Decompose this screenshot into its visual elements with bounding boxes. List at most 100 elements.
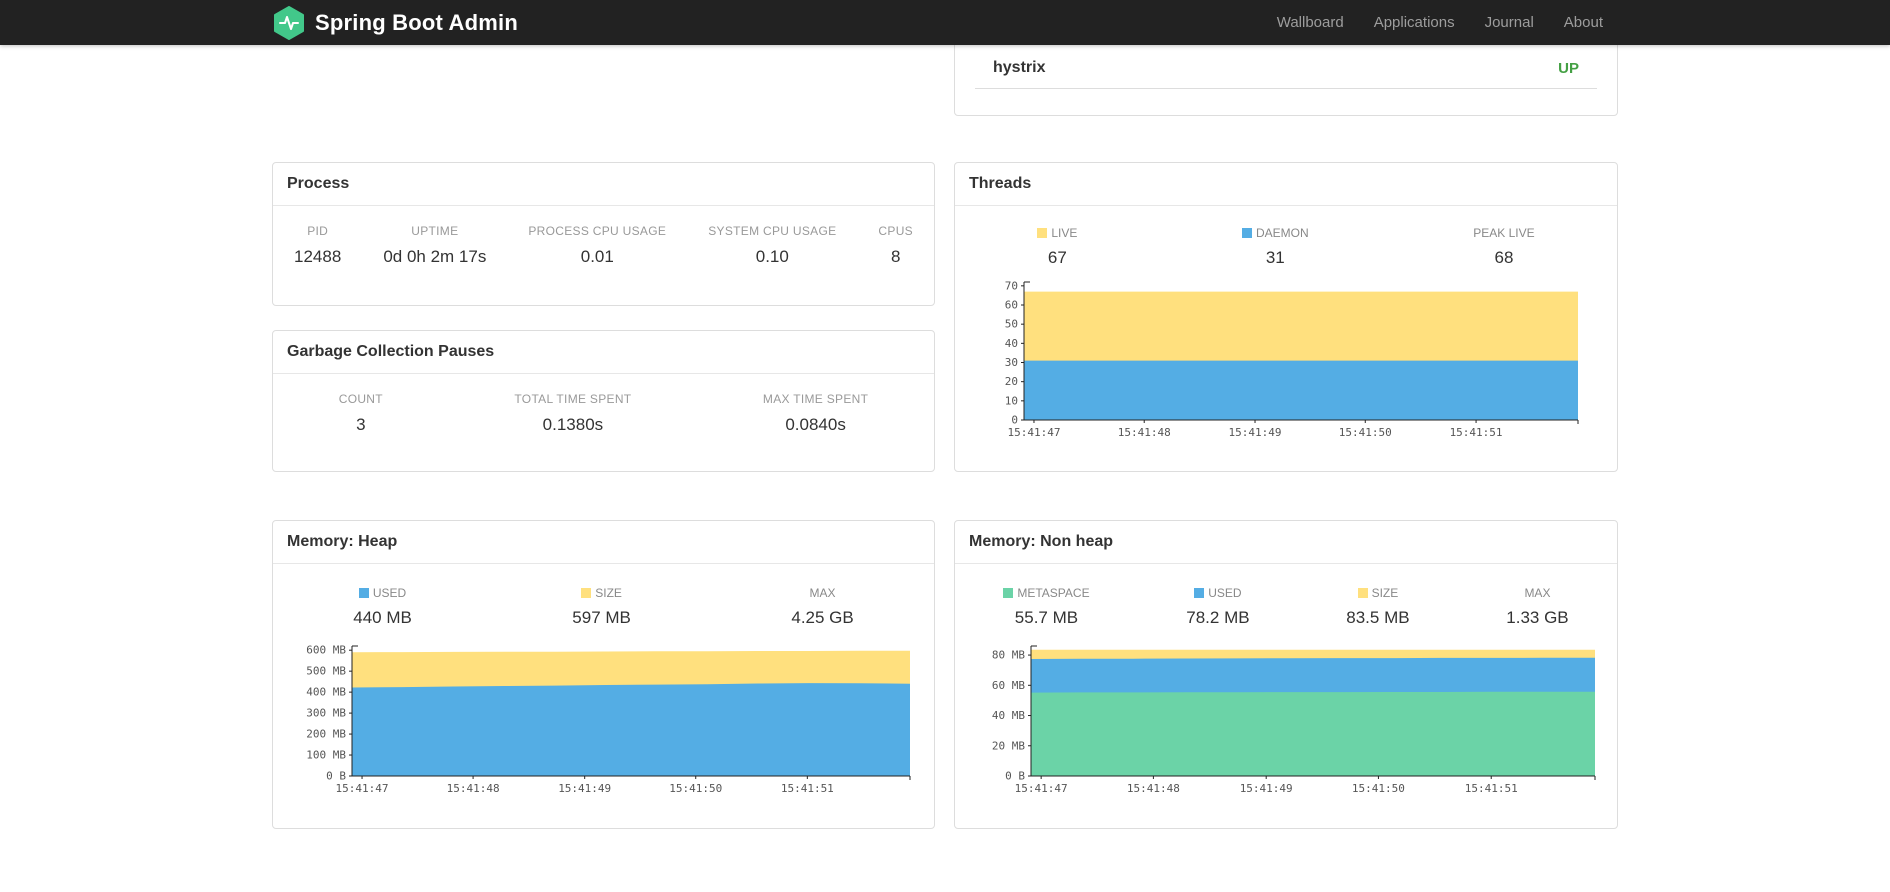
gc-panel-heading: Garbage Collection Pauses xyxy=(273,331,934,374)
legend-label: LIVE xyxy=(1037,226,1077,240)
metric: PID 12488 xyxy=(294,224,341,267)
memory-heap-panel: Memory: Heap USED 440 MB SIZE 597 MB MAX… xyxy=(272,520,935,829)
legend-value: 1.33 GB xyxy=(1506,608,1569,627)
legend-item: DAEMON 31 xyxy=(1241,226,1309,268)
svg-text:20: 20 xyxy=(1005,375,1018,388)
nav-link[interactable]: Journal xyxy=(1470,0,1549,45)
legend-label: METASPACE xyxy=(1003,586,1090,600)
heap-legend: USED 440 MB SIZE 597 MB MAX 4.25 GB xyxy=(273,564,934,628)
svg-text:500 MB: 500 MB xyxy=(306,665,346,678)
legend-swatch-icon xyxy=(581,588,592,598)
nav-link[interactable]: Applications xyxy=(1359,0,1470,45)
metric-label: PID xyxy=(307,224,329,238)
legend-item: PEAK LIVE 68 xyxy=(1473,226,1534,268)
svg-text:50: 50 xyxy=(1005,318,1018,331)
legend-swatch-icon xyxy=(1357,588,1368,598)
svg-text:15:41:51: 15:41:51 xyxy=(780,782,833,795)
svg-text:15:41:47: 15:41:47 xyxy=(1015,782,1068,795)
container: hystrix UP Process PID 12488 UPTIME 0d 0… xyxy=(272,5,1618,829)
metric-label: PROCESS CPU USAGE xyxy=(528,224,667,238)
legend-item: MAX 4.25 GB xyxy=(791,586,853,628)
legend-value: 67 xyxy=(1047,248,1067,267)
svg-text:15:41:50: 15:41:50 xyxy=(669,782,722,795)
svg-text:0 B: 0 B xyxy=(326,770,346,783)
navbar: Spring Boot Admin Wallboard Applications… xyxy=(0,0,1890,45)
svg-text:40: 40 xyxy=(1005,337,1018,350)
metric-label: SYSTEM CPU USAGE xyxy=(708,224,837,238)
nav-link[interactable]: About xyxy=(1549,0,1618,45)
svg-text:15:41:50: 15:41:50 xyxy=(1339,426,1392,439)
legend-value: 83.5 MB xyxy=(1346,608,1410,627)
legend-swatch-icon xyxy=(358,588,369,598)
metric-value: 8 xyxy=(890,247,901,266)
brand-link[interactable]: Spring Boot Admin xyxy=(272,5,519,40)
svg-text:15:41:47: 15:41:47 xyxy=(335,782,388,795)
legend-item: USED 78.2 MB xyxy=(1186,586,1249,628)
nonheap-legend: METASPACE 55.7 MB USED 78.2 MB SIZE 83.5… xyxy=(955,564,1617,628)
metric-value: 0.0840s xyxy=(785,415,846,434)
svg-text:15:41:49: 15:41:49 xyxy=(558,782,611,795)
metric-label: TOTAL TIME SPENT xyxy=(514,392,632,406)
legend-label: MAX xyxy=(791,586,853,600)
legend-item: MAX 1.33 GB xyxy=(1506,586,1568,628)
legend-item: LIVE 67 xyxy=(1037,226,1077,268)
status-badge: UP xyxy=(1558,59,1579,77)
svg-text:60 MB: 60 MB xyxy=(992,679,1025,692)
spring-boot-admin-logo-icon xyxy=(272,5,306,40)
legend-item: SIZE 597 MB xyxy=(572,586,631,628)
brand-title: Spring Boot Admin xyxy=(315,9,519,35)
svg-text:10: 10 xyxy=(1005,394,1018,407)
metric: TOTAL TIME SPENT 0.1380s xyxy=(514,392,631,435)
legend-value: 31 xyxy=(1265,248,1285,267)
legend-label-text: LIVE xyxy=(1051,226,1078,240)
svg-text:100 MB: 100 MB xyxy=(306,749,346,762)
legend-label: USED xyxy=(353,586,412,600)
heap-chart: 0 B 100 MB 200 MB 300 MB 400 MB 500 MB 600 MB 1… xyxy=(273,642,934,798)
svg-text:600 MB: 600 MB xyxy=(306,644,346,657)
svg-text:20 MB: 20 MB xyxy=(992,739,1025,752)
metric: MAX TIME SPENT 0.0840s xyxy=(763,392,868,435)
legend-swatch-icon xyxy=(1241,228,1252,238)
gc-panel-title: Garbage Collection Pauses xyxy=(287,343,495,360)
svg-text:40 MB: 40 MB xyxy=(992,709,1025,722)
metric-value: 12488 xyxy=(294,247,342,266)
legend-swatch-icon xyxy=(1037,228,1048,238)
svg-text:15:41:49: 15:41:49 xyxy=(1240,782,1293,795)
nonheap-chart: 0 B 20 MB 40 MB 60 MB 80 MB 15:41:47 15:41:48 1… xyxy=(955,642,1617,798)
svg-text:60: 60 xyxy=(1005,299,1018,312)
content: hystrix UP Process PID 12488 UPTIME 0d 0… xyxy=(0,0,1890,829)
status-row-region: hystrix UP xyxy=(272,5,1618,116)
memory-row: Memory: Heap USED 440 MB SIZE 597 MB MAX… xyxy=(272,520,1618,829)
legend-label: DAEMON xyxy=(1241,226,1309,240)
legend-label-text: SIZE xyxy=(1371,586,1399,600)
application-row[interactable]: hystrix UP xyxy=(975,51,1597,89)
metric-label: MAX TIME SPENT xyxy=(762,392,869,406)
svg-text:0: 0 xyxy=(1011,414,1018,427)
metric-value: 0.01 xyxy=(580,247,614,266)
legend-label-text: DAEMON xyxy=(1255,226,1309,240)
metric-value: 0.10 xyxy=(755,247,789,266)
application-name: hystrix xyxy=(993,59,1046,76)
legend-item: METASPACE 55.7 MB xyxy=(1003,586,1090,628)
legend-label: USED xyxy=(1186,586,1249,600)
legend-label-text: USED xyxy=(1208,586,1242,600)
legend-label: SIZE xyxy=(1346,586,1409,600)
page: Spring Boot Admin Wallboard Applications… xyxy=(0,0,1890,892)
metric-value: 0.1380s xyxy=(542,415,604,434)
nav-link[interactable]: Wallboard xyxy=(1262,0,1359,45)
process-threads-row: Process PID 12488 UPTIME 0d 0h 2m 17s PR… xyxy=(272,162,1618,472)
memory-heap-panel-title: Memory: Heap xyxy=(287,533,398,550)
navbar-inner: Spring Boot Admin Wallboard Applications… xyxy=(272,0,1618,45)
metric-label: CPUS xyxy=(878,224,913,238)
svg-text:15:41:50: 15:41:50 xyxy=(1352,782,1405,795)
svg-text:15:41:48: 15:41:48 xyxy=(446,782,499,795)
legend-label: MAX xyxy=(1506,586,1568,600)
legend-item: SIZE 83.5 MB xyxy=(1346,586,1409,628)
memory-heap-panel-heading: Memory: Heap xyxy=(273,521,934,564)
gc-metrics: COUNT 3 TOTAL TIME SPENT 0.1380s MAX TIM… xyxy=(273,374,934,435)
metric: PROCESS CPU USAGE 0.01 xyxy=(528,224,666,267)
legend-value: 4.25 GB xyxy=(791,608,854,627)
legend-label-text: MAX xyxy=(809,586,836,600)
threads-panel: Threads LIVE 67 DAEMON 31 PEAK LIVE 68 0… xyxy=(954,162,1618,472)
svg-text:80 MB: 80 MB xyxy=(992,649,1025,662)
